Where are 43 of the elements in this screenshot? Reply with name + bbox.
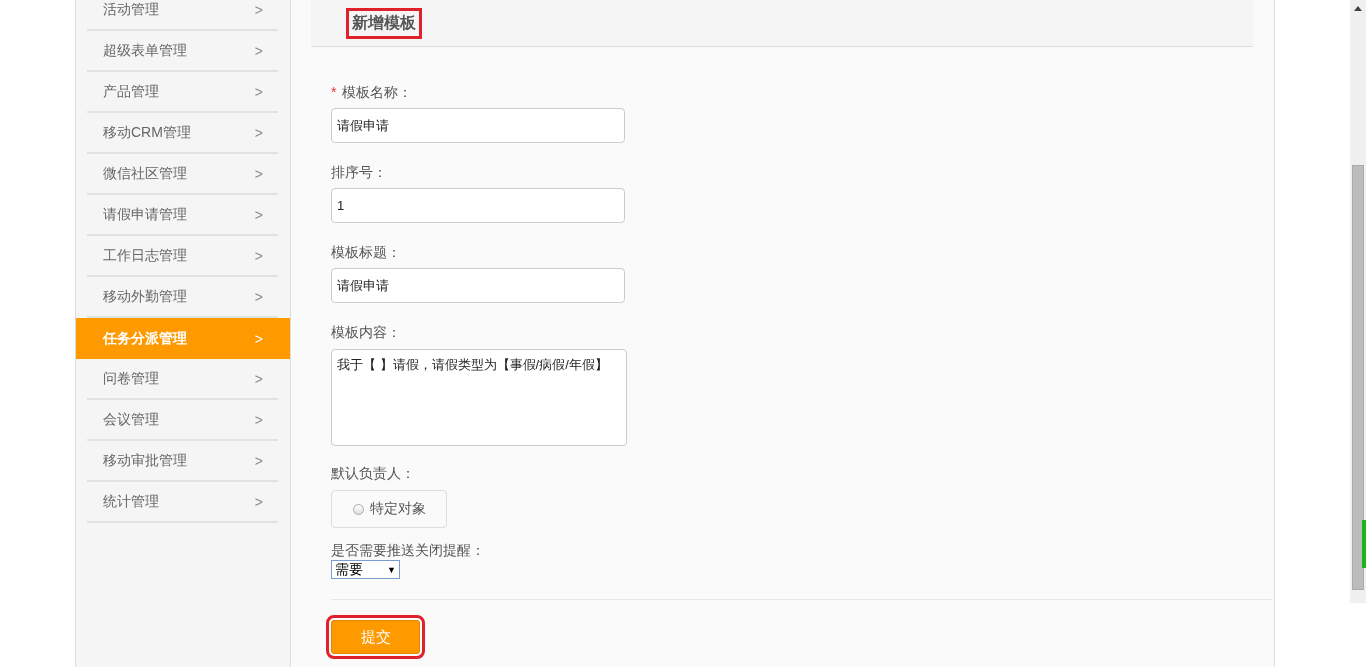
side-tab <box>1362 520 1366 568</box>
sidebar-item[interactable]: 微信社区管理 > <box>87 154 278 195</box>
sidebar-item[interactable]: 工作日志管理 > <box>87 236 278 277</box>
chevron-icon: > <box>254 1 263 18</box>
chevron-icon: > <box>254 165 263 182</box>
scroll-thumb[interactable] <box>1352 165 1364 590</box>
chevron-icon: > <box>254 206 263 223</box>
radio-icon[interactable] <box>352 503 364 515</box>
radio-option[interactable]: 特定对象 <box>331 490 447 528</box>
sidebar-item[interactable]: 问卷管理 > <box>87 359 278 400</box>
page-title: 新增模板 <box>346 7 422 39</box>
field-label: 是否需要推送关闭提醒： <box>331 541 486 559</box>
chevron-icon: > <box>254 411 263 428</box>
input-field[interactable]: 请假申请 <box>331 268 625 303</box>
field-label: 排序号： <box>331 163 388 181</box>
chevron-icon: > <box>254 83 263 100</box>
field-label: 默认负责人： <box>331 464 416 482</box>
field-label: 模板标题： <box>331 243 402 261</box>
sidebar-item[interactable]: 会议管理 > <box>87 400 278 441</box>
field-label: * 模板名称： <box>331 83 414 101</box>
text-area[interactable]: 我于【 】请假，请假类型为【事假/病假/年假】 <box>331 349 627 446</box>
sidebar-item[interactable]: 产品管理 > <box>87 72 278 113</box>
chevron-icon: > <box>254 370 263 387</box>
input-field[interactable]: 1 <box>331 188 625 223</box>
field-label: 模板内容： <box>331 323 402 341</box>
sidebar-item[interactable]: 请假申请管理 > <box>87 195 278 236</box>
scroll-up-icon[interactable] <box>1354 6 1362 11</box>
sidebar-item[interactable]: 活动管理 > <box>87 0 278 31</box>
chevron-icon: > <box>254 288 263 305</box>
input-field[interactable]: 请假申请 <box>331 108 625 143</box>
sidebar-item[interactable]: 移动审批管理 > <box>87 441 278 482</box>
sidebar-item[interactable]: 超级表单管理 > <box>87 31 278 72</box>
chevron-icon: > <box>254 452 263 469</box>
chevron-icon: > <box>254 42 263 59</box>
chevron-icon: > <box>254 330 263 347</box>
sidebar-item[interactable]: 统计管理 > <box>87 482 278 523</box>
chevron-icon: > <box>254 124 263 141</box>
chevron-icon: > <box>254 247 263 264</box>
select-dropdown[interactable]: 需要 ▼ <box>331 560 400 579</box>
sidebar-item[interactable]: 移动CRM管理 > <box>87 113 278 154</box>
scrollbar[interactable] <box>1350 0 1366 603</box>
option-label: 特定对象 <box>369 500 426 518</box>
chevron-icon: > <box>254 493 263 510</box>
